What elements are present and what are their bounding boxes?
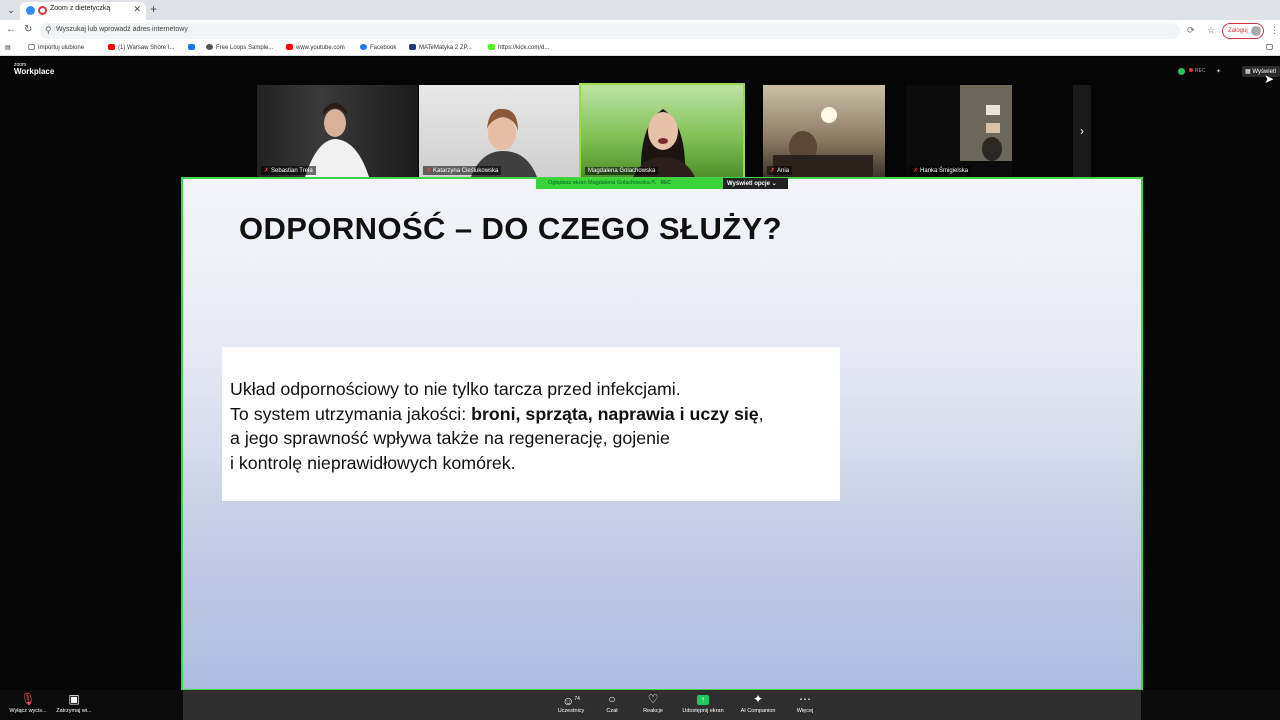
- omnibox-placeholder: Wyszukaj lub wprowadź adres internetowy: [56, 26, 188, 33]
- video-tile[interactable]: ✗ Hanka Śmigielska: [906, 85, 1012, 177]
- bookmark-item[interactable]: Free Loops Sample...: [206, 44, 273, 51]
- favorite-star-icon[interactable]: ☆: [1207, 25, 1215, 36]
- sidebar-toggle-icon[interactable]: ▤: [5, 44, 11, 51]
- search-icon: ⚲: [45, 25, 52, 35]
- video-tile-active-speaker[interactable]: Magdalena Golachowska: [579, 83, 745, 179]
- participant-video: [305, 103, 369, 177]
- video-tile[interactable]: ✗ Ania: [763, 85, 885, 177]
- slide-text-box: Układ odpornościowy to nie tylko tarcza …: [222, 347, 840, 501]
- shared-screen: ODPORNOŚĆ – DO CZEGO SŁUŻY? Układ odporn…: [181, 177, 1143, 691]
- mic-muted-icon: ✗: [770, 168, 776, 174]
- ai-icon[interactable]: ✦: [1216, 68, 1221, 75]
- bookmark-item[interactable]: https://kick.com/d...: [488, 44, 549, 51]
- view-button[interactable]: ▦ Wyświetl: [1242, 66, 1280, 77]
- participant-name: ✗ Sebastian Trela: [261, 166, 316, 175]
- participant-name: Magdalena Golachowska: [585, 167, 659, 175]
- tab-title: Zoom z dietetyczką: [50, 5, 111, 12]
- slide-title: ODPORNOŚĆ – DO CZEGO SŁUŻY?: [239, 211, 783, 246]
- more-menu-icon[interactable]: ⋮: [1270, 25, 1279, 36]
- more-button[interactable]: ⋯ Więcej: [777, 692, 833, 714]
- participant-name: ✗ Hanka Śmigielska: [910, 166, 972, 175]
- share-screen-button[interactable]: ↑ Udostępnij ekran: [675, 692, 731, 714]
- bookmark-item[interactable]: (1) Warsaw Shore I...: [108, 44, 174, 51]
- participant-video: [960, 85, 1012, 161]
- back-icon[interactable]: ←: [6, 24, 16, 35]
- avatar: [1251, 26, 1261, 36]
- browser-tab-bar: ⌄ Zoom z dietetyczką ✕ +: [0, 0, 1280, 20]
- security-shield-icon[interactable]: [1178, 68, 1185, 75]
- recording-indicator: REC: [1189, 68, 1206, 74]
- viewing-screen-bar: Oglądasz ekran Magdalena Golachowska ⇱ R…: [536, 178, 723, 189]
- bookmarks-bar: ▤ Importuj ulubione (1) Warsaw Shore I..…: [0, 42, 1280, 56]
- bookmark-item[interactable]: Importuj ulubione: [28, 44, 84, 51]
- browser-tab[interactable]: Zoom z dietetyczką ✕: [20, 2, 146, 20]
- meeting-toolbar: 🎙 Wyłącz wycis... ▣ Zatrzymaj wi... ☺74 Ucz…: [0, 690, 1280, 720]
- slide-line: Układ odpornościowy to nie tylko tarcza …: [230, 379, 681, 399]
- mic-muted-icon: ✗: [426, 168, 432, 174]
- slide-line: i kontrolę nieprawidłowych komórek.: [230, 452, 516, 473]
- video-camera-icon: ▣: [68, 692, 80, 706]
- new-tab-icon[interactable]: +: [150, 2, 157, 16]
- more-dots-icon: ⋯: [799, 692, 811, 706]
- youtube-icon: [108, 44, 115, 50]
- slide-line: a jego sprawność wpływa także na regener…: [230, 428, 670, 448]
- video-tile[interactable]: ✗ Katarzyna Cieślukowska: [419, 85, 580, 177]
- tab-list-chevron-icon[interactable]: ⌄: [4, 3, 18, 17]
- youtube-icon: [286, 44, 293, 50]
- zoom-logo: zoom Workplace: [14, 62, 55, 76]
- github-icon: [206, 44, 213, 50]
- zoom-meeting-window: zoom Workplace REC ✦ ▦ Wyświetl ✗ Sebasti…: [0, 57, 1280, 720]
- facebook-icon: [360, 44, 367, 50]
- all-bookmarks-folder-icon[interactable]: [1266, 44, 1276, 51]
- video-tile[interactable]: ✗ Sebastian Trela: [257, 85, 418, 177]
- participant-name: ✗ Ania: [767, 166, 793, 175]
- participant-name: ✗ Katarzyna Cieślukowska: [423, 166, 502, 175]
- matematyka-icon: [409, 44, 416, 50]
- recording-indicator-icon: [38, 6, 47, 15]
- omnibox[interactable]: ⚲ Wyszukaj lub wprowadź adres internetow…: [40, 23, 1180, 39]
- mic-muted-icon: ✗: [913, 168, 919, 174]
- folder-icon: [28, 44, 35, 50]
- reload-icon[interactable]: ↻: [24, 24, 32, 35]
- view-options-button[interactable]: Wyświetl opcje ⌄: [723, 178, 788, 189]
- login-label: Zaloguj: [1228, 28, 1248, 34]
- facebook-icon: [188, 44, 195, 50]
- bookmark-item[interactable]: [188, 44, 198, 51]
- stop-video-button[interactable]: ▣ Zatrzymaj wi...: [46, 692, 102, 714]
- bookmark-item[interactable]: Facebook: [360, 44, 396, 51]
- mic-muted-icon: ✗: [264, 168, 270, 174]
- participant-video: [773, 107, 873, 177]
- bookmark-item[interactable]: MATeMatyka 2 ZP...: [409, 44, 472, 51]
- reactions-button[interactable]: ♡ Reakcje: [625, 692, 681, 714]
- next-page-chevron-icon[interactable]: ›: [1073, 85, 1091, 177]
- zoom-favicon-icon: [26, 6, 35, 15]
- kick-icon: [488, 44, 495, 50]
- address-bar-row: ← ↻ ⚲ Wyszukaj lub wprowadź adres intern…: [0, 20, 1280, 42]
- mouse-cursor-icon: ➤: [1264, 72, 1275, 86]
- participant-video: [471, 108, 537, 177]
- share-screen-icon: ↑: [697, 694, 709, 705]
- participant-video: [633, 109, 695, 177]
- translate-icon[interactable]: ⟳: [1187, 25, 1195, 36]
- heart-icon: ♡: [647, 692, 659, 706]
- bookmark-item[interactable]: www.youtube.com: [286, 44, 345, 51]
- tab-close-icon[interactable]: ✕: [133, 4, 141, 15]
- slide-line: To system utrzymania jakości: broni, spr…: [230, 403, 764, 424]
- login-button[interactable]: Zaloguj: [1222, 23, 1264, 39]
